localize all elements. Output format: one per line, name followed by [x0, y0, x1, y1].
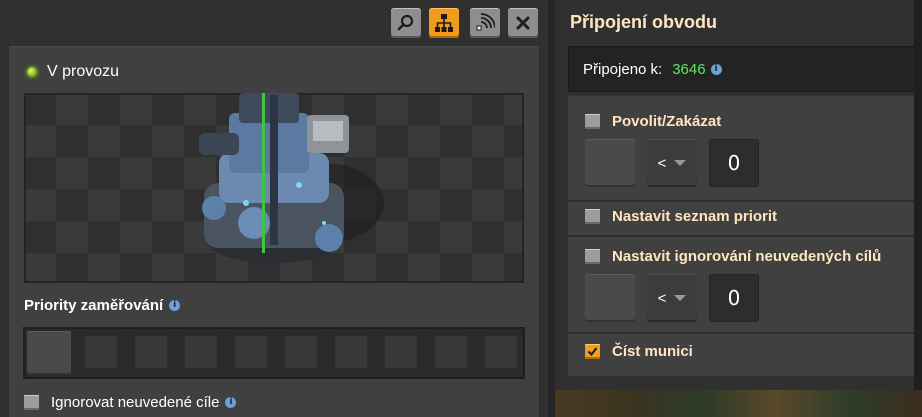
- connected-network-id: 3646: [672, 60, 706, 78]
- status-row: V provozu: [27, 63, 119, 81]
- chevron-down-icon: [674, 295, 687, 301]
- turret-panel: V provozu Priority zaměřování i Ignorova…: [0, 0, 548, 417]
- connected-value-wrap: 3646 i: [672, 60, 722, 78]
- status-indicator-icon: [27, 67, 37, 77]
- network-button[interactable]: [429, 8, 459, 38]
- priority-slot[interactable]: [234, 335, 268, 369]
- checkmark-icon: [587, 347, 598, 357]
- screen-edge: [914, 0, 922, 417]
- game-world-background: [555, 390, 922, 417]
- comparator-value: <: [657, 154, 667, 172]
- circuit-settings: Povolit/Zakázat < 0 Nastavit seznam prio…: [568, 96, 917, 376]
- connected-label: Připojeno k:: [583, 60, 663, 78]
- priority-slot[interactable]: [384, 335, 418, 369]
- set-priority-row: Nastavit seznam priorit: [585, 208, 777, 225]
- set-ignore-label: Nastavit ignorování neuvedených cílů: [612, 248, 882, 265]
- set-ignore-checkbox[interactable]: [585, 249, 600, 264]
- status-label: V provozu: [47, 63, 120, 80]
- priority-slot[interactable]: [184, 335, 218, 369]
- enable-disable-label: Povolit/Zakázat: [612, 113, 722, 130]
- read-ammo-label: Číst munici: [612, 343, 693, 360]
- ignore-unlisted-checkbox[interactable]: [24, 395, 39, 410]
- signal-slot[interactable]: [585, 139, 635, 187]
- priority-slot[interactable]: [284, 335, 318, 369]
- set-ignore-row: Nastavit ignorování neuvedených cílů: [585, 248, 881, 265]
- comparator-dropdown[interactable]: <: [647, 139, 697, 187]
- chevron-down-icon: [674, 160, 687, 166]
- info-icon[interactable]: i: [225, 397, 237, 408]
- condition-row-2: < 0: [585, 274, 759, 322]
- priority-slots: [23, 327, 525, 379]
- enable-disable-checkbox[interactable]: [585, 114, 600, 129]
- priority-slot[interactable]: [134, 335, 168, 369]
- divider: [568, 332, 917, 334]
- comparator-dropdown[interactable]: <: [647, 274, 697, 322]
- priority-slot[interactable]: [84, 335, 118, 369]
- circuit-connection-panel: Připojení obvodu Připojeno k: 3646 i Pov…: [555, 0, 917, 390]
- turret-image: [199, 93, 384, 263]
- divider: [568, 200, 917, 202]
- signal-slot[interactable]: [585, 274, 635, 322]
- enable-disable-row: Povolit/Zakázat: [585, 113, 721, 130]
- hierarchy-icon: [435, 14, 453, 32]
- ignore-unlisted-row: Ignorovat neuvedené cíle i: [24, 394, 237, 411]
- turret-content: V provozu Priority zaměřování i Ignorova…: [9, 46, 539, 417]
- signal-icon: [476, 13, 495, 31]
- set-priority-label: Nastavit seznam priorit: [612, 208, 778, 225]
- targeting-priorities-label: Priority zaměřování: [24, 297, 164, 314]
- divider: [568, 235, 917, 237]
- ignore-unlisted-label-wrap: Ignorovat neuvedené cíle i: [51, 394, 237, 411]
- priority-slot[interactable]: [334, 335, 368, 369]
- targeting-priorities-title: Priority zaměřování i: [24, 297, 181, 314]
- ignore-unlisted-label: Ignorovat neuvedené cíle: [51, 394, 220, 411]
- search-button[interactable]: [391, 8, 421, 38]
- priority-slot[interactable]: [484, 335, 518, 369]
- close-button[interactable]: [508, 8, 538, 38]
- close-icon: [516, 16, 530, 30]
- read-ammo-row: Číst munici: [585, 343, 693, 360]
- panel-title: Připojení obvodu: [570, 12, 717, 32]
- comparator-value: <: [657, 289, 667, 307]
- background-gap: [548, 0, 555, 417]
- set-priority-checkbox[interactable]: [585, 209, 600, 224]
- constant-input[interactable]: 0: [709, 139, 759, 187]
- condition-row-1: < 0: [585, 139, 759, 187]
- priority-slot[interactable]: [434, 335, 468, 369]
- info-icon[interactable]: i: [169, 300, 181, 311]
- priority-slot[interactable]: [27, 331, 71, 375]
- info-icon[interactable]: i: [710, 63, 722, 75]
- constant-input[interactable]: 0: [709, 274, 759, 322]
- connected-to-row: Připojeno k: 3646 i: [568, 46, 917, 92]
- read-ammo-checkbox[interactable]: [585, 344, 600, 359]
- search-icon: [397, 14, 414, 31]
- circuit-network-button[interactable]: [470, 8, 500, 38]
- entity-preview[interactable]: [24, 93, 524, 283]
- panel-toolbar: [0, 0, 548, 44]
